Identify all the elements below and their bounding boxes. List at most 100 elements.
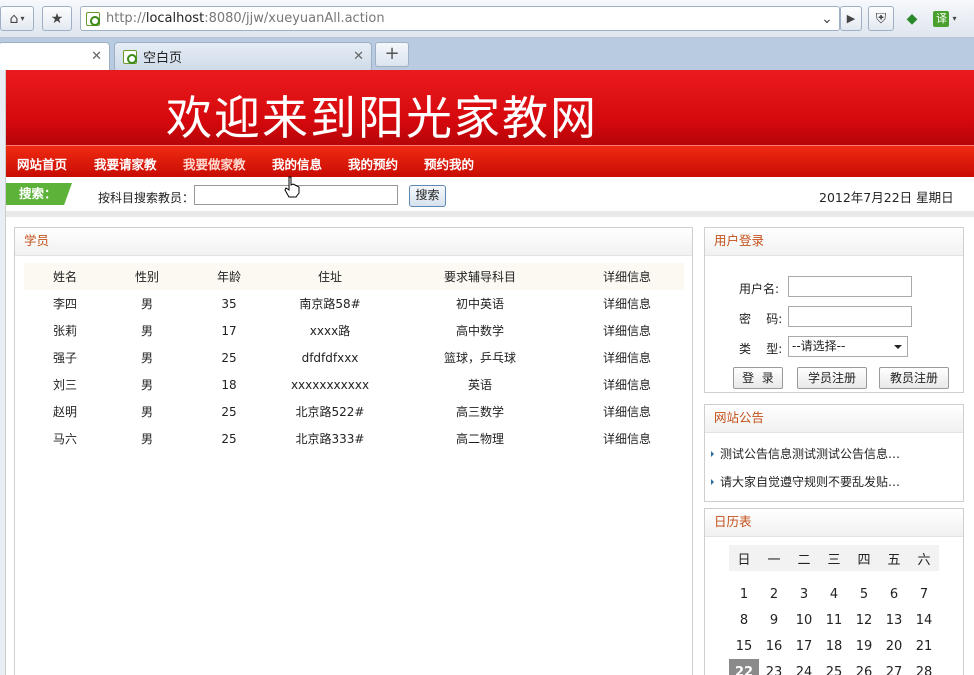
- notice-item[interactable]: 测试公告信息测试测试公告信息…: [711, 445, 900, 462]
- student-age: 25: [221, 350, 237, 365]
- table-row: 刘三 男 18 xxxxxxxxxxx 英语 详细信息: [24, 371, 684, 398]
- calendar-day[interactable]: 3: [789, 581, 819, 607]
- details-link[interactable]: 详细信息: [570, 290, 684, 317]
- student-name: 强子: [52, 351, 77, 365]
- calendar-day[interactable]: 5: [849, 581, 879, 607]
- calendar-day[interactable]: 16: [759, 633, 789, 659]
- nav-become-tutor[interactable]: 我要做家教: [183, 154, 246, 183]
- students-panel: 学员 姓名 性别 年龄 住址 要求辅导科目 详细信息 李四 男 35 南京路58: [14, 227, 693, 675]
- security-button[interactable]: ⛨: [868, 6, 894, 31]
- calendar-day[interactable]: 9: [759, 607, 789, 633]
- calendar-day[interactable]: 18: [819, 633, 849, 659]
- translate-button[interactable]: 译 ▾: [928, 6, 962, 31]
- calendar-day[interactable]: 11: [819, 607, 849, 633]
- password-label: 密 码:: [739, 312, 783, 326]
- details-link[interactable]: 详细信息: [570, 371, 684, 398]
- notice-item[interactable]: 请大家自觉遵守规则不要乱发贴…: [711, 473, 900, 490]
- calendar-day[interactable]: 14: [909, 607, 939, 633]
- calendar-day[interactable]: 13: [879, 607, 909, 633]
- calendar-day[interactable]: 8: [729, 607, 759, 633]
- student-gender: 男: [140, 324, 153, 338]
- calendar-day[interactable]: 2: [759, 581, 789, 607]
- calendar-day[interactable]: 19: [849, 633, 879, 659]
- calendar-day[interactable]: 4: [819, 581, 849, 607]
- hand-cursor-icon: [284, 176, 300, 198]
- student-age: 17: [221, 323, 237, 338]
- panel-title: 学员: [15, 228, 692, 256]
- column-header: 详细信息: [570, 263, 684, 290]
- nav-request-tutor[interactable]: 我要请家教: [94, 154, 157, 173]
- address-bar[interactable]: http://localhost:8080/jjw/xueyuanAll.act…: [80, 6, 840, 31]
- student-age: 25: [221, 431, 237, 446]
- calendar-day[interactable]: 17: [789, 633, 819, 659]
- tab-current[interactable]: ✕: [0, 42, 110, 70]
- student-address: dfdfdfxxx: [301, 350, 359, 365]
- url-dropdown-button[interactable]: ⌄: [815, 6, 839, 31]
- chevron-down-icon: ⌄: [821, 10, 833, 27]
- weekday-header: 二: [789, 545, 819, 571]
- calendar-day[interactable]: 6: [879, 581, 909, 607]
- new-tab-button[interactable]: +: [375, 42, 409, 67]
- calendar-week: 8 9 10 11 12 13 14: [729, 607, 939, 633]
- details-link[interactable]: 详细信息: [570, 344, 684, 371]
- arrow-bullet-icon: [711, 479, 717, 485]
- student-name: 马六: [52, 432, 77, 446]
- search-bar: 搜索： 按科目搜索教员： 搜索 2012年7月22日 星期日: [6, 177, 974, 217]
- go-button[interactable]: ▶: [840, 6, 862, 31]
- username-field[interactable]: [788, 276, 912, 297]
- nav-home[interactable]: 网站首页: [17, 154, 67, 173]
- bookmark-button[interactable]: ★: [42, 6, 72, 31]
- calendar-day[interactable]: 7: [909, 581, 939, 607]
- calendar-day[interactable]: 12: [849, 607, 879, 633]
- weekday-row: 日 一 二 三 四 五 六: [729, 545, 939, 571]
- search-button[interactable]: 搜索: [409, 185, 446, 207]
- student-gender: 男: [140, 405, 153, 419]
- calendar-day[interactable]: 21: [909, 633, 939, 659]
- column-header: 姓名: [24, 263, 106, 290]
- nav-appointments-to-me[interactable]: 预约我的: [424, 154, 474, 173]
- star-icon: ★: [50, 10, 64, 27]
- calendar-day[interactable]: 20: [879, 633, 909, 659]
- details-link[interactable]: 详细信息: [570, 425, 684, 452]
- calendar-day[interactable]: 10: [789, 607, 819, 633]
- calendar-day[interactable]: 27: [879, 659, 909, 675]
- extension-button[interactable]: ◆: [900, 6, 924, 31]
- student-address: 北京路333#: [295, 432, 365, 446]
- table-row: 马六 男 25 北京路333# 高二物理 详细信息: [24, 425, 684, 452]
- close-icon[interactable]: ✕: [353, 49, 364, 64]
- student-register-button[interactable]: 学员注册: [797, 367, 867, 389]
- table-row: 赵明 男 25 北京路522# 高三数学 详细信息: [24, 398, 684, 425]
- students-table: 姓名 性别 年龄 住址 要求辅导科目 详细信息 李四 男 35 南京路58# 初…: [24, 263, 684, 452]
- calendar-day[interactable]: 23: [759, 659, 789, 675]
- login-button[interactable]: 登 录: [733, 367, 783, 389]
- tab-blank-page[interactable]: 空白页 ✕: [114, 42, 372, 70]
- nav-my-info[interactable]: 我的信息: [272, 154, 322, 173]
- column-header: 住址: [270, 263, 390, 290]
- calendar-day[interactable]: 24: [789, 659, 819, 675]
- table-row: 强子 男 25 dfdfdfxxx 篮球，乒乓球 详细信息: [24, 344, 684, 371]
- details-link[interactable]: 详细信息: [570, 317, 684, 344]
- column-header: 性别: [106, 263, 188, 290]
- student-subject: 篮球，乒乓球: [443, 351, 516, 365]
- calendar-week: 22 23 24 25 26 27 28: [729, 659, 939, 675]
- calendar-day[interactable]: 15: [729, 633, 759, 659]
- user-type-select[interactable]: --请选择--: [788, 336, 908, 357]
- password-field[interactable]: [788, 306, 912, 327]
- student-subject: 高三数学: [455, 405, 504, 419]
- type-label: 类 型:: [739, 342, 783, 356]
- home-button[interactable]: ⌂ ▾: [0, 6, 34, 31]
- calendar-day[interactable]: 26: [849, 659, 879, 675]
- calendar-day-today[interactable]: 22: [729, 659, 759, 675]
- details-link[interactable]: 详细信息: [570, 398, 684, 425]
- calendar-day[interactable]: 1: [729, 581, 759, 607]
- calendar-day[interactable]: 25: [819, 659, 849, 675]
- panel-title: 网站公告: [705, 405, 963, 433]
- calendar-day[interactable]: 28: [909, 659, 939, 675]
- address-text: http://localhost:8080/jjw/xueyuanAll.act…: [106, 11, 385, 26]
- browser-toolbar: ⌂ ▾ ★ http://localhost:8080/jjw/xueyuanAl…: [0, 0, 974, 38]
- teacher-register-button[interactable]: 教员注册: [879, 367, 949, 389]
- shield-icon: ⛨: [875, 10, 887, 27]
- translate-icon: 译: [933, 10, 950, 27]
- close-icon[interactable]: ✕: [91, 49, 102, 64]
- nav-my-appointments[interactable]: 我的预约: [348, 154, 398, 173]
